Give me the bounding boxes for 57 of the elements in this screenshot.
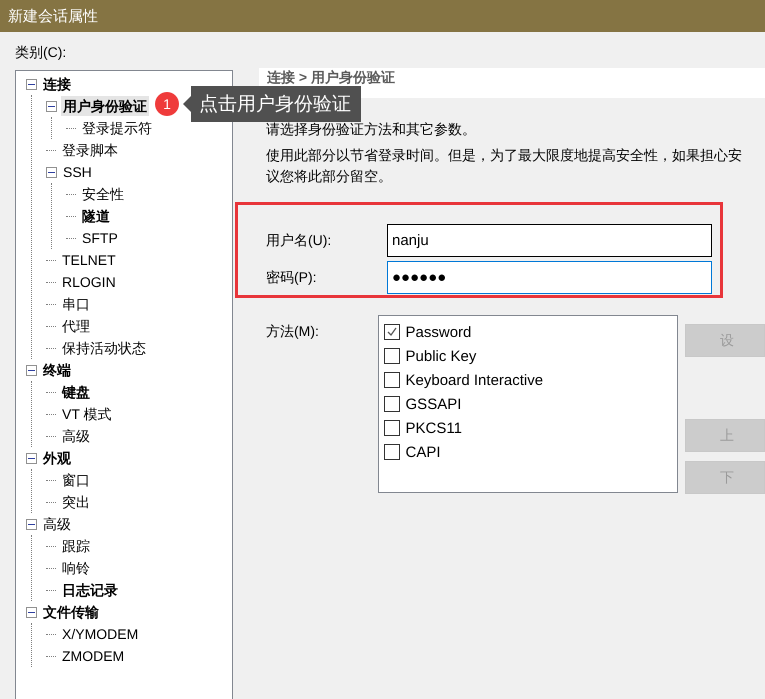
method-option[interactable]: Keyboard Interactive bbox=[406, 372, 544, 388]
tree-item[interactable]: 连接 bbox=[41, 74, 73, 94]
collapse-icon[interactable] bbox=[26, 364, 37, 376]
checkbox[interactable] bbox=[384, 444, 400, 460]
tree-item[interactable]: X/YMODEM bbox=[60, 624, 140, 644]
collapse-icon[interactable] bbox=[26, 452, 37, 464]
breadcrumb: 连接 > 用户身份验证 bbox=[267, 69, 395, 85]
checkmark-icon bbox=[386, 326, 398, 338]
method-option[interactable]: PKCS11 bbox=[406, 420, 462, 436]
collapse-icon[interactable] bbox=[26, 518, 37, 530]
tree-item[interactable]: 代理 bbox=[60, 316, 92, 336]
checkbox[interactable] bbox=[384, 420, 400, 436]
tree-item[interactable]: 文件传输 bbox=[41, 602, 101, 622]
tree-item[interactable]: 键盘 bbox=[60, 382, 92, 402]
collapse-icon[interactable] bbox=[46, 100, 57, 112]
category-label: 类别(C): bbox=[15, 44, 68, 62]
tree-item[interactable]: 突出 bbox=[60, 492, 92, 512]
method-option[interactable]: GSSAPI bbox=[406, 396, 462, 412]
checkbox[interactable] bbox=[384, 348, 400, 364]
checkbox[interactable] bbox=[384, 324, 400, 340]
checkbox[interactable] bbox=[384, 372, 400, 388]
tree-item[interactable]: 高级 bbox=[60, 426, 92, 446]
tree-item[interactable]: 安全性 bbox=[80, 184, 126, 204]
tree-item[interactable]: 高级 bbox=[41, 514, 73, 534]
tree-item[interactable]: SFTP bbox=[80, 228, 120, 248]
tree-item[interactable]: SSH bbox=[61, 162, 94, 182]
input-field[interactable]: nanju bbox=[387, 224, 712, 257]
tree-item[interactable]: 登录提示符 bbox=[80, 118, 154, 138]
tree-item[interactable]: 跟踪 bbox=[60, 536, 92, 556]
method-label: 方法(M): bbox=[266, 323, 320, 341]
tree-item[interactable]: 终端 bbox=[41, 360, 73, 380]
tree-item[interactable]: 窗口 bbox=[60, 470, 92, 490]
input-field[interactable]: ●●●●●● bbox=[387, 261, 712, 294]
field-label: 用户名(U): bbox=[266, 232, 332, 250]
tree-item[interactable]: ZMODEM bbox=[60, 646, 126, 666]
window-title: 新建会话属性 bbox=[8, 6, 98, 26]
field-label: 密码(P): bbox=[266, 268, 318, 286]
tree-item[interactable]: TELNET bbox=[60, 250, 118, 270]
collapse-icon[interactable] bbox=[26, 78, 37, 90]
tree-item[interactable]: RLOGIN bbox=[60, 272, 118, 292]
tree-item[interactable]: 用户身份验证 bbox=[61, 96, 149, 116]
tree-item[interactable]: VT 模式 bbox=[60, 404, 114, 424]
intro-text: 请选择身份验证方法和其它参数。 bbox=[266, 121, 477, 139]
description-text: 使用此部分以节省登录时间。但是，为了最大限度地提高安全性，如果担心安 议您将此部分留空。 bbox=[266, 146, 743, 186]
tree-item[interactable]: 日志记录 bbox=[60, 580, 120, 600]
method-option[interactable]: Password bbox=[406, 324, 472, 340]
checkbox[interactable] bbox=[384, 396, 400, 412]
method-option[interactable]: CAPI bbox=[406, 444, 441, 460]
collapse-icon[interactable] bbox=[26, 606, 37, 618]
tree-item[interactable]: 保持活动状态 bbox=[60, 338, 148, 358]
tree-item[interactable]: 串口 bbox=[60, 294, 92, 314]
collapse-icon[interactable] bbox=[46, 166, 57, 178]
method-option[interactable]: Public Key bbox=[406, 348, 476, 364]
tree-item[interactable]: 响铃 bbox=[60, 558, 92, 578]
tree-item[interactable]: 登录脚本 bbox=[60, 140, 120, 160]
tree-item[interactable]: 外观 bbox=[41, 448, 73, 468]
tree-item[interactable]: 隧道 bbox=[80, 206, 112, 226]
